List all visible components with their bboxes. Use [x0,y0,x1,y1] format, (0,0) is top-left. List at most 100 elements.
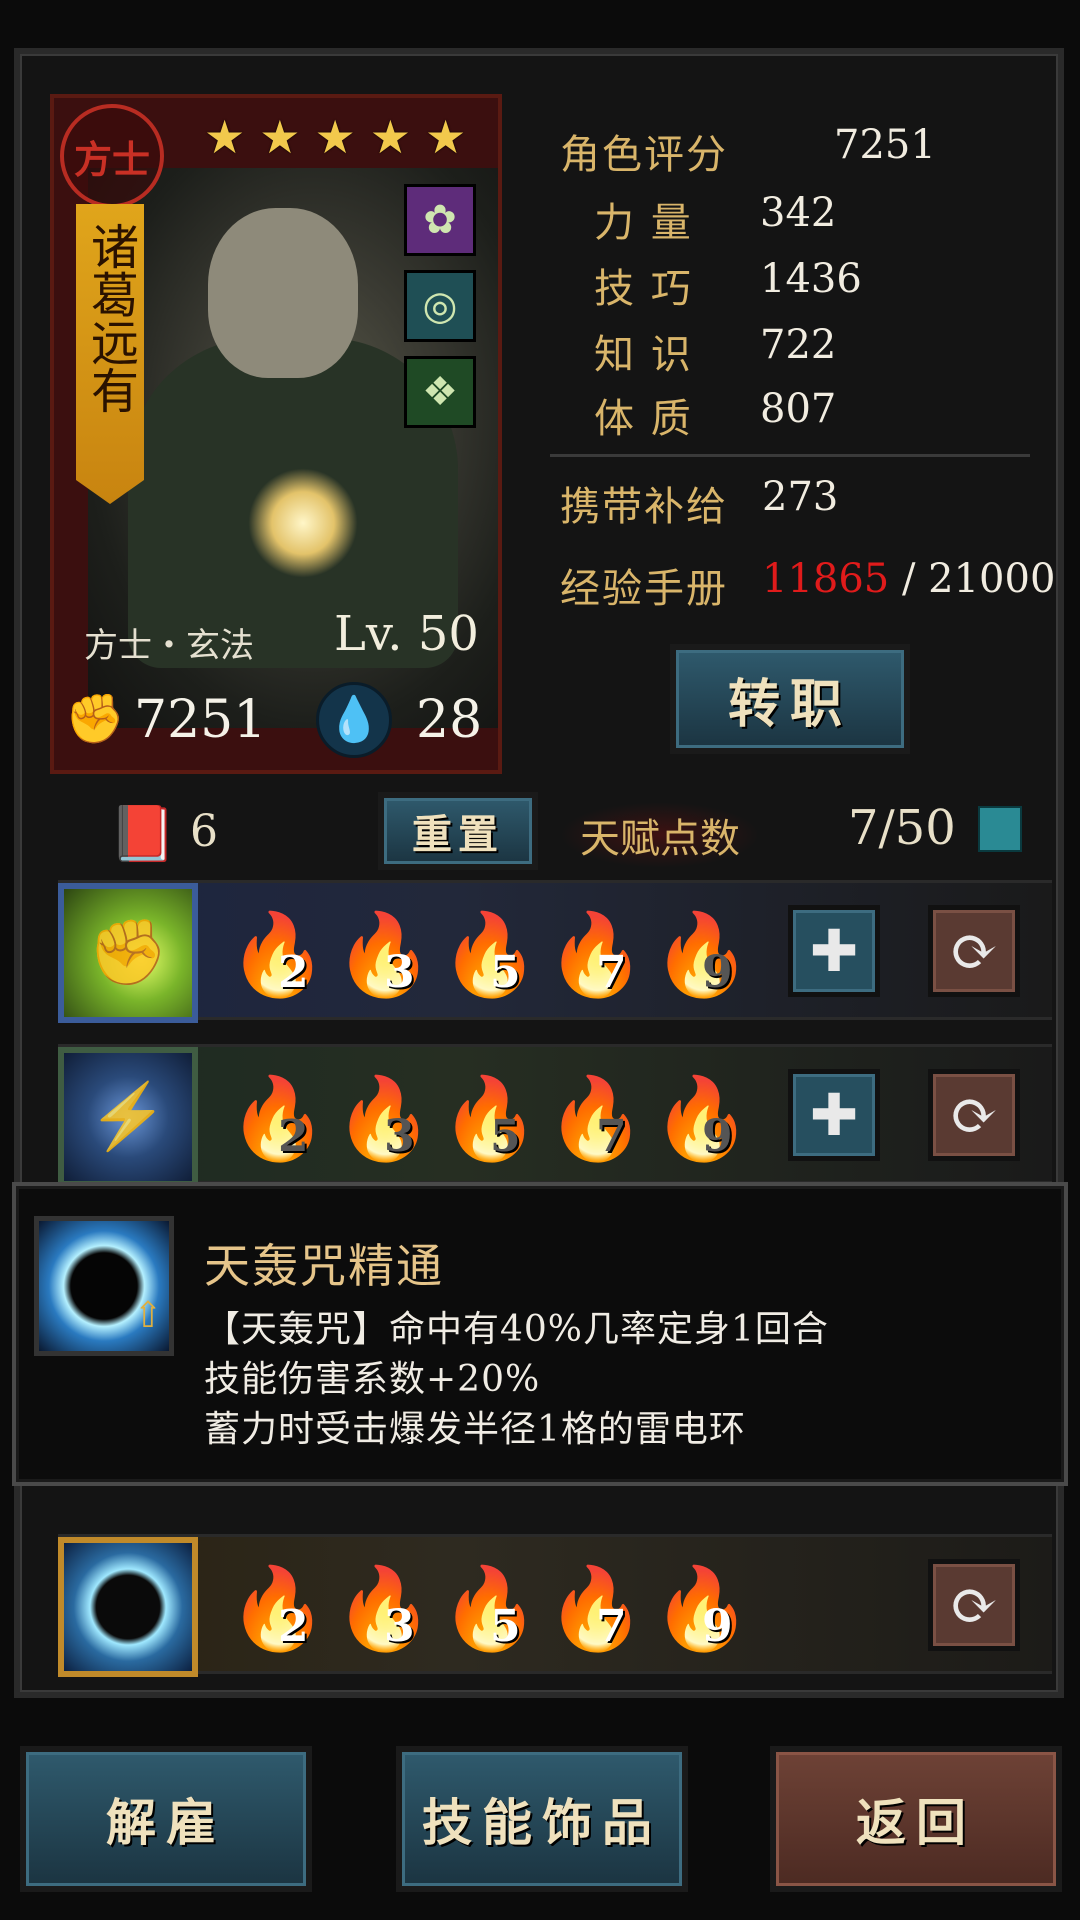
star-icon: ★ [204,110,246,164]
rank-number: 5 [490,947,521,998]
rank-number: 7 [596,1111,627,1162]
rank-flame[interactable]: 🔥 3 [334,907,434,1003]
hero-class-line: 方士・玄法 [84,626,254,666]
rank-number: 5 [490,1111,521,1162]
skill-icon-2[interactable]: ⚡ [58,1047,198,1187]
rank-flame[interactable]: 🔥 2 [228,1071,328,1167]
rank-flame[interactable]: 🔥 7 [546,1071,646,1167]
hero-card[interactable]: 方士 诸葛远有 ★ ★ ★ ★ ★ ✿ ◎ ❖ 方士・玄法 Lv. 50 ✊ 7… [50,94,502,774]
change-class-label: 转职 [727,673,852,735]
rank-flame[interactable]: 🔥 7 [546,907,646,1003]
exp-label: 经验手册 [560,566,728,612]
rank-number: 9 [702,1111,733,1162]
rank-flame[interactable]: 🔥 2 [228,907,328,1003]
dismiss-label: 解雇 [106,1793,226,1852]
knowledge-label: 知 识 [594,332,693,378]
skill-icon-3[interactable] [58,1537,198,1677]
change-class-button[interactable]: 转职 [670,644,910,754]
book-icon: 📕 [109,802,177,865]
talent-gem-icon [978,806,1022,852]
skills-trinkets-label: 技能饰品 [422,1793,662,1852]
talent-bar: 📕 6 重置 天赋点数 7/50 [60,788,1050,874]
exp-max: 21000 [928,556,1056,602]
reset-label: 重置 [412,811,504,858]
drop-icon: 💧 [316,682,392,758]
star-icon: ★ [314,110,356,164]
swap-skill-button[interactable]: ⟳ [928,1559,1020,1651]
talent-points-value: 7/50 [848,800,956,856]
supplies-value: 273 [762,474,839,520]
rank-list: 🔥 2 🔥 3 🔥 5 🔥 7 🔥 9 [228,907,752,1003]
rank-number: 5 [490,1601,521,1652]
constitution-value: 807 [760,386,837,432]
blue-spirit-icon: ⚡ [88,1080,168,1154]
exp-current: 11865 [762,556,890,602]
hero-power: 7251 [134,690,267,750]
dismiss-button[interactable]: 解雇 [20,1746,312,1892]
stats-divider [550,454,1030,457]
exp-value: 11865 / 21000 [762,556,1055,602]
hero-name-banner: 诸葛远有 [76,204,144,504]
rank-flame[interactable]: 🔥 9 [652,1561,752,1657]
skill-label: 技 巧 [594,266,693,312]
book-count: 6 [190,806,218,857]
star-icon: ★ [369,110,411,164]
trinket-slot-2[interactable]: ◎ [404,270,476,342]
add-skill-button[interactable]: ✚ [788,905,880,997]
strength-label: 力 量 [594,200,693,246]
swap-skill-button[interactable]: ⟳ [928,1069,1020,1161]
refresh-icon: ⟳ [949,917,999,985]
skills-trinkets-button[interactable]: 技能饰品 [396,1746,688,1892]
jade-talisman-trinket-icon: ❖ [422,369,458,415]
score-value: 7251 [834,122,936,168]
rank-flame[interactable]: 🔥 2 [228,1561,328,1657]
rank-number: 3 [384,1111,415,1162]
tooltip-line: 【天轰咒】命中有40%几率定身1回合 [204,1309,829,1350]
rank-number: 2 [278,947,309,998]
knowledge-value: 722 [760,322,837,368]
class-seal: 方士 [60,104,164,208]
score-label: 角色评分 [560,132,728,178]
rank-flame[interactable]: 🔥 9 [652,1071,752,1167]
rank-number: 3 [384,1601,415,1652]
back-label: 返回 [856,1793,976,1852]
star-icon: ★ [425,110,467,164]
talent-points-label: 天赋点数 [560,802,760,868]
add-skill-button[interactable]: ✚ [788,1069,880,1161]
star-icon: ★ [259,110,301,164]
rank-number: 9 [702,1601,733,1652]
rank-number: 2 [278,1601,309,1652]
thunder-ring-icon [64,1543,192,1671]
tooltip-line: 技能伤害系数+20% [204,1359,541,1400]
tooltip-title: 天轰咒精通 [204,1239,444,1293]
drop-value: 28 [416,690,483,750]
rank-flame[interactable]: 🔥 7 [546,1561,646,1657]
trinket-slot-3[interactable]: ❖ [404,356,476,428]
trinket-slot-1[interactable]: ✿ [404,184,476,256]
back-button[interactable]: 返回 [770,1746,1062,1892]
plus-icon: ✚ [809,1081,859,1149]
hero-name: 诸葛远有 [82,222,138,414]
reset-button[interactable]: 重置 [378,792,538,870]
strength-value: 342 [760,190,837,236]
refresh-icon: ⟳ [949,1081,999,1149]
rank-flame[interactable]: 🔥 9 [652,907,752,1003]
fist-icon: ✊ [65,691,125,747]
skill-row: ⚡ 🔥 2 🔥 3 🔥 5 🔥 7 🔥 9 ✚ ⟳ [58,1044,1052,1187]
skill-tooltip: ⇧ 天轰咒精通 【天轰咒】命中有40%几率定身1回合 技能伤害系数+20% 蓄力… [12,1182,1068,1486]
supplies-label: 携带补给 [560,484,728,530]
rank-flame[interactable]: 🔥 5 [440,1561,540,1657]
constitution-label: 体 质 [594,396,693,442]
skill-icon-1[interactable]: ✊ [58,883,198,1023]
rank-number: 2 [278,1111,309,1162]
rank-flame[interactable]: 🔥 5 [440,1071,540,1167]
rank-number: 7 [596,1601,627,1652]
rank-flame[interactable]: 🔥 5 [440,907,540,1003]
rank-flame[interactable]: 🔥 3 [334,1561,434,1657]
rank-flame[interactable]: 🔥 3 [334,1071,434,1167]
rank-number: 7 [596,947,627,998]
swap-skill-button[interactable]: ⟳ [928,905,1020,997]
tooltip-line: 蓄力时受击爆发半径1格的雷电环 [204,1409,746,1450]
hero-level: Lv. 50 [334,606,479,662]
plus-icon: ✚ [809,917,859,985]
